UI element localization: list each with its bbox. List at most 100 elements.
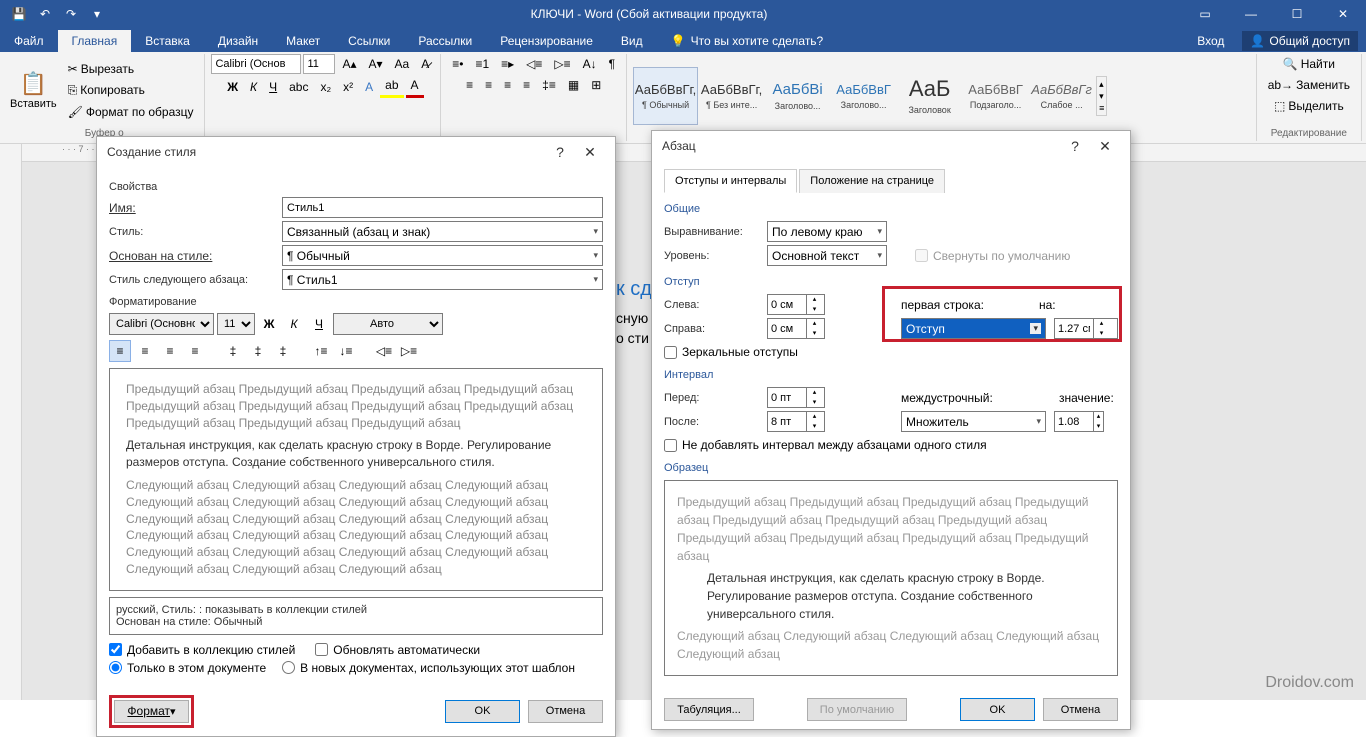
align-center-icon[interactable]: ≡ xyxy=(480,75,497,95)
copy-button[interactable]: ⎘ Копировать xyxy=(63,80,199,101)
multilevel-icon[interactable]: ≡▸ xyxy=(496,54,519,74)
level-select[interactable]: Основной текст▾ xyxy=(767,245,887,266)
style-type-select[interactable]: Связанный (абзац и знак)▾ xyxy=(282,221,603,242)
fmt-spacing3-icon[interactable]: ‡ xyxy=(272,340,294,362)
qat-more-icon[interactable]: ▾ xyxy=(86,3,108,25)
indent-right-input[interactable]: ▴▾ xyxy=(767,318,825,339)
login-link[interactable]: Вход xyxy=(1183,30,1238,52)
fmt-before-dec-icon[interactable]: ↓≡ xyxy=(335,340,357,362)
first-line-select[interactable]: Отступ▾ xyxy=(901,318,1046,339)
style-no-spacing[interactable]: АаБбВвГг,¶ Без инте... xyxy=(699,67,764,125)
vertical-ruler[interactable] xyxy=(0,162,22,700)
tell-me[interactable]: 💡 Что вы хотите сделать? xyxy=(657,30,838,52)
style-heading2[interactable]: АаБбВвГЗаголово... xyxy=(831,67,896,125)
shrink-font-icon[interactable]: A▾ xyxy=(364,54,388,74)
tab-insert[interactable]: Вставка xyxy=(131,30,204,52)
undo-icon[interactable]: ↶ xyxy=(34,3,56,25)
tab-layout[interactable]: Макет xyxy=(272,30,334,52)
ok-button[interactable]: OK xyxy=(960,698,1035,721)
select-button[interactable]: ⬚ Выделить xyxy=(1269,96,1349,116)
auto-update-checkbox[interactable]: Обновлять автоматически xyxy=(315,643,480,657)
cut-button[interactable]: ✂ Вырезать xyxy=(63,59,199,79)
style-title[interactable]: АаБЗаголовок xyxy=(897,67,962,125)
mirror-indents-checkbox[interactable]: Зеркальные отступы xyxy=(664,345,1118,359)
fmt-justify-icon[interactable]: ≡ xyxy=(184,340,206,362)
bullets-icon[interactable]: ≡• xyxy=(447,54,468,74)
styles-more-down-icon[interactable]: ▾ xyxy=(1099,91,1104,102)
clear-format-icon[interactable]: A̷ xyxy=(416,54,434,74)
decrease-indent-icon[interactable]: ◁≡ xyxy=(521,54,547,74)
find-button[interactable]: 🔍 Найти xyxy=(1278,54,1340,74)
new-docs-radio[interactable]: В новых документах, использующих этот ша… xyxy=(282,661,575,675)
text-effects-icon[interactable]: A xyxy=(360,77,378,97)
justify-icon[interactable]: ≡ xyxy=(518,75,535,95)
grow-font-icon[interactable]: A▴ xyxy=(337,54,361,74)
dialog-help-icon[interactable]: ? xyxy=(545,137,575,167)
ok-button[interactable]: OK xyxy=(445,700,520,723)
share-button[interactable]: 👤 Общий доступ xyxy=(1242,31,1358,51)
fmt-align-right-icon[interactable]: ≡ xyxy=(159,340,181,362)
alignment-select[interactable]: По левому краю▾ xyxy=(767,221,887,242)
indent-left-input[interactable]: ▴▾ xyxy=(767,294,825,315)
change-case-icon[interactable]: Aa xyxy=(390,54,415,74)
styles-more-icon[interactable]: ≡ xyxy=(1099,103,1104,113)
subscript-icon[interactable]: x₂ xyxy=(315,77,336,97)
ribbon-options-icon[interactable]: ▭ xyxy=(1182,0,1228,27)
dialog-close-icon[interactable]: ✕ xyxy=(575,137,605,167)
borders-icon[interactable]: ⊞ xyxy=(586,75,606,95)
fmt-align-center-icon[interactable]: ≡ xyxy=(134,340,156,362)
fmt-size-select[interactable]: 11 xyxy=(217,313,255,335)
style-normal[interactable]: АаБбВвГг,¶ Обычный xyxy=(633,67,698,125)
italic-icon[interactable]: К xyxy=(245,77,262,97)
format-painter-button[interactable]: 🖌 Формат по образцу xyxy=(63,102,199,122)
tab-indents[interactable]: Отступы и интервалы xyxy=(664,169,797,193)
fmt-underline-icon[interactable]: Ч xyxy=(308,313,330,335)
tab-file[interactable]: Файл xyxy=(0,30,58,52)
maximize-icon[interactable]: ☐ xyxy=(1274,0,1320,27)
fmt-bold-icon[interactable]: Ж xyxy=(258,313,280,335)
line-spacing-select[interactable]: Множитель▾ xyxy=(901,411,1046,432)
style-weak[interactable]: АаБбВвГгСлабое ... xyxy=(1029,67,1094,125)
dialog-close-icon[interactable]: ✕ xyxy=(1090,131,1120,161)
redo-icon[interactable]: ↷ xyxy=(60,3,82,25)
line-spacing-at-input[interactable]: ▴▾ xyxy=(1054,411,1104,432)
first-line-by-input[interactable]: ▴▾ xyxy=(1054,318,1118,339)
tab-view[interactable]: Вид xyxy=(607,30,657,52)
highlight-icon[interactable]: ab xyxy=(380,75,403,98)
default-button[interactable]: По умолчанию xyxy=(807,698,907,721)
bold-icon[interactable]: Ж xyxy=(222,77,243,97)
align-right-icon[interactable]: ≡ xyxy=(499,75,516,95)
align-left-icon[interactable]: ≡ xyxy=(461,75,478,95)
tab-references[interactable]: Ссылки xyxy=(334,30,404,52)
paste-icon[interactable]: 📋 xyxy=(20,71,47,97)
save-icon[interactable]: 💾 xyxy=(8,3,30,25)
numbering-icon[interactable]: ≡1 xyxy=(470,54,494,74)
font-size-input[interactable] xyxy=(303,54,335,74)
based-on-select[interactable]: ¶ Обычный▾ xyxy=(282,245,603,266)
fmt-spacing2-icon[interactable]: ‡ xyxy=(247,340,269,362)
format-menu-button[interactable]: Формат ▾ xyxy=(114,700,189,723)
space-after-input[interactable]: ▴▾ xyxy=(767,411,825,432)
space-before-input[interactable]: ▴▾ xyxy=(767,387,825,408)
style-name-input[interactable] xyxy=(282,197,603,218)
tab-position[interactable]: Положение на странице xyxy=(799,169,945,193)
sort-icon[interactable]: A↓ xyxy=(578,54,602,74)
replace-button[interactable]: ab→ Заменить xyxy=(1263,75,1355,95)
minimize-icon[interactable]: — xyxy=(1228,0,1274,27)
increase-indent-icon[interactable]: ▷≡ xyxy=(549,54,575,74)
cancel-button[interactable]: Отмена xyxy=(1043,698,1118,721)
fmt-spacing1-icon[interactable]: ‡ xyxy=(222,340,244,362)
dialog-help-icon[interactable]: ? xyxy=(1060,131,1090,161)
shading-icon[interactable]: ▦ xyxy=(563,75,584,95)
cancel-button[interactable]: Отмена xyxy=(528,700,603,723)
fmt-color-select[interactable]: Авто xyxy=(333,313,443,335)
tabs-button[interactable]: Табуляция... xyxy=(664,698,754,721)
style-heading1[interactable]: АаБбВіЗаголово... xyxy=(765,67,830,125)
style-subtitle[interactable]: АаБбВвГПодзаголо... xyxy=(963,67,1028,125)
add-gallery-checkbox[interactable]: Добавить в коллекцию стилей xyxy=(109,643,295,657)
strike-icon[interactable]: abc xyxy=(284,77,313,97)
tab-mailings[interactable]: Рассылки xyxy=(404,30,486,52)
fmt-italic-icon[interactable]: К xyxy=(283,313,305,335)
underline-icon[interactable]: Ч xyxy=(264,77,282,97)
fmt-before-inc-icon[interactable]: ↑≡ xyxy=(310,340,332,362)
